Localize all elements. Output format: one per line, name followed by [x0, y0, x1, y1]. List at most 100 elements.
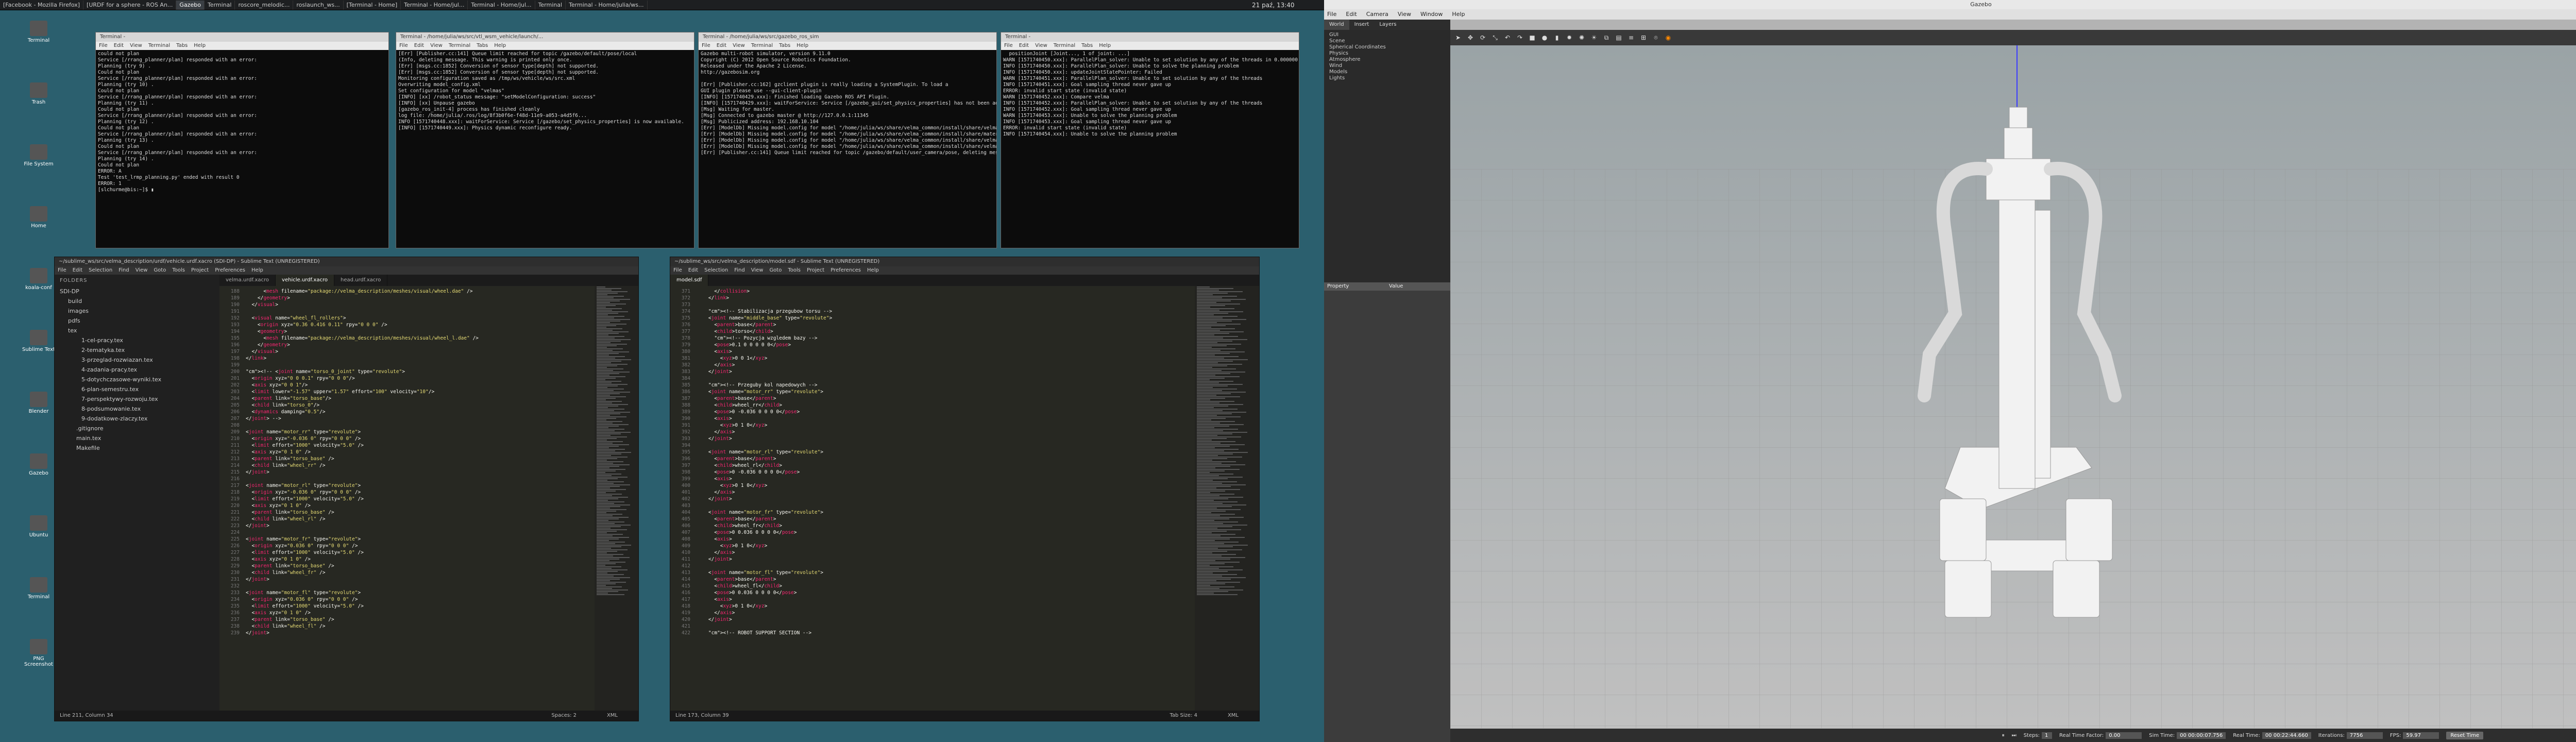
code-line[interactable]: 382 </axis> [673, 362, 1192, 368]
code-line[interactable]: 395 <joint name="motor_rl" type="revolut… [673, 449, 1192, 456]
menu-item[interactable]: Edit [717, 43, 726, 48]
code-line[interactable]: 215 </joint> [222, 469, 592, 476]
code-line[interactable]: 418 <xyz>0 1 0</xyz> [673, 603, 1192, 610]
sidebar-file[interactable]: 5-dotychczasowe-wyniki.tex [55, 375, 219, 384]
sidebar-file[interactable]: 1-cel-pracy.tex [55, 335, 219, 345]
menu-item[interactable]: Help [494, 43, 506, 48]
point-light-icon[interactable]: ✹ [1565, 33, 1574, 42]
3d-viewport[interactable] [1450, 45, 2576, 729]
menu-item[interactable]: View [733, 43, 745, 48]
menu-item[interactable]: Edit [114, 43, 124, 48]
paste-icon[interactable]: ▤ [1614, 33, 1623, 42]
code-line[interactable]: 408 <axis> [673, 536, 1192, 543]
code-line[interactable]: 416 <pose>0 0.036 0 0 0 0</pose> [673, 589, 1192, 596]
code-area[interactable]: 188 <mesh filename="package://velma_desc… [222, 288, 592, 709]
code-line[interactable]: 415 <child>wheel_fl</child> [673, 583, 1192, 589]
menu-item[interactable]: Help [1099, 43, 1111, 48]
menu-item[interactable]: Edit [1346, 11, 1357, 18]
code-line[interactable]: 191 [222, 308, 592, 315]
menu-item[interactable]: View [135, 267, 148, 273]
menu-item[interactable]: Help [194, 43, 206, 48]
menu-item[interactable]: Help [796, 43, 808, 48]
code-line[interactable]: 419 </axis> [673, 610, 1192, 616]
sidebar-file[interactable]: 7-perspektywy-rozwoju.tex [55, 394, 219, 404]
menu-item[interactable]: Edit [688, 267, 698, 273]
code-line[interactable]: 413 <joint name="motor_fl" type="revolut… [673, 569, 1192, 576]
sublime-window-right[interactable]: ~/sublime_ws/src/velma_description/model… [670, 257, 1260, 721]
scale-icon[interactable]: ⤡ [1490, 33, 1500, 42]
terminal-window-3[interactable]: Terminal - /home/julia/ws/src/gazebo_ros… [698, 32, 997, 248]
code-line[interactable]: 235 <limit effort="1000" velocity="5.0" … [222, 603, 592, 610]
code-line[interactable]: 207 </joint> --> [222, 415, 592, 422]
menu-item[interactable]: File [1004, 43, 1013, 48]
desktop-icon[interactable]: Trash [18, 82, 59, 105]
code-line[interactable]: 398 <pose>0 -0.036 0 0 0 0</pose> [673, 469, 1192, 476]
code-line[interactable]: 381 <xyz>0 0 1</xyz> [673, 355, 1192, 362]
snap-icon[interactable]: ⊞ [1639, 33, 1648, 42]
code-line[interactable]: 205 <child link="torso_0"/> [222, 402, 592, 409]
menu-item[interactable]: Help [251, 267, 263, 273]
code-line[interactable]: 231 </joint> [222, 576, 592, 583]
code-line[interactable]: 192 <visual name="wheel_fl_rollers"> [222, 315, 592, 322]
tree-item[interactable]: Atmosphere [1329, 57, 1445, 63]
code-line[interactable]: 223 </joint> [222, 522, 592, 529]
code-line[interactable]: 213 <parent link="torso_base" /> [222, 456, 592, 462]
code-line[interactable]: 407 <pose>0 0.036 0 0 0 0</pose> [673, 529, 1192, 536]
code-line[interactable]: 225 <joint name="motor_fr" type="revolute… [222, 536, 592, 543]
code-line[interactable]: 402 </joint> [673, 496, 1192, 502]
sidebar-file[interactable]: images [55, 306, 219, 316]
clock[interactable]: 21 paź, 13:40 [1252, 0, 1295, 10]
code-line[interactable]: 230 <child link="wheel_fr" /> [222, 569, 592, 576]
sidebar-file[interactable]: main.tex [55, 433, 219, 443]
menu-item[interactable]: View [1398, 11, 1411, 18]
menu-item[interactable]: File [99, 43, 108, 48]
code-line[interactable]: 236 <axis xyz="0 1 0" /> [222, 610, 592, 616]
code-line[interactable]: 390 <axis> [673, 415, 1192, 422]
code-line[interactable]: 196 </geometry> [222, 342, 592, 348]
redo-icon[interactable]: ↷ [1515, 33, 1524, 42]
desktop-icon[interactable]: Blender [18, 392, 59, 414]
menu-item[interactable]: Preferences [831, 267, 861, 273]
sidebar-file[interactable]: SDI-DP [55, 286, 219, 296]
code-line[interactable]: 189 </geometry> [222, 295, 592, 301]
code-line[interactable]: 208 [222, 422, 592, 429]
taskbar-item[interactable]: Terminal - Home/julia/ws... [566, 0, 648, 10]
code-line[interactable]: 403 [673, 502, 1192, 509]
taskbar-item[interactable]: Terminal - Home/jul... [401, 0, 468, 10]
code-line[interactable]: 217 <joint name="motor_rl" type="revolute… [222, 482, 592, 489]
translate-icon[interactable]: ✥ [1466, 33, 1475, 42]
code-line[interactable]: 376 <parent>base</parent> [673, 322, 1192, 328]
code-line[interactable]: 385 "cm"><!-- Przeguby kol napedowych --… [673, 382, 1192, 389]
menu-item[interactable]: Project [191, 267, 209, 273]
cylinder-icon[interactable]: ▮ [1552, 33, 1562, 42]
menu-item[interactable]: Edit [1019, 43, 1029, 48]
menu-item[interactable]: Terminal [449, 43, 470, 48]
code-line[interactable]: 194 <geometry> [222, 328, 592, 335]
tree-item[interactable]: Scene [1329, 38, 1445, 44]
panel-tab[interactable]: World [1324, 20, 1349, 30]
code-line[interactable]: 371 </collision> [673, 288, 1192, 295]
code-line[interactable]: 195 <mesh filename="package://velma_desc… [222, 335, 592, 342]
code-line[interactable]: 384 [673, 375, 1192, 382]
code-line[interactable]: 400 <xyz>0 1 0</xyz> [673, 482, 1192, 489]
menu-item[interactable]: Tools [172, 267, 185, 273]
code-line[interactable]: 410 </axis> [673, 549, 1192, 556]
world-tree[interactable]: GUI Scene Spherical Coordinates Physics Atmo… [1324, 30, 1450, 282]
desktop-icon[interactable]: Terminal [18, 577, 59, 600]
menu-item[interactable]: Help [1452, 11, 1465, 18]
indent-setting[interactable]: Tab Size: 4 [1170, 711, 1197, 721]
editor-tab[interactable]: velma.urdf.xacro [219, 275, 276, 286]
align-icon[interactable]: ≡ [1626, 33, 1636, 42]
terminal-window-1[interactable]: Terminal - File Edit View Terminal Tabs Help … [95, 32, 389, 248]
panel-tab[interactable]: Insert [1349, 20, 1375, 30]
menu-item[interactable]: Find [118, 267, 129, 273]
code-line[interactable]: 409 <xyz>0 1 0</xyz> [673, 543, 1192, 549]
code-line[interactable]: 389 <pose>0 -0.036 0 0 0 0</pose> [673, 409, 1192, 415]
rotate-icon[interactable]: ⟳ [1478, 33, 1487, 42]
code-line[interactable]: 237 <parent link="torso_base" /> [222, 616, 592, 623]
menu-item[interactable]: Tabs [477, 43, 488, 48]
code-line[interactable]: 412 [673, 563, 1192, 569]
sidebar-file[interactable]: Makefile [55, 443, 219, 453]
sphere-icon[interactable]: ● [1540, 33, 1549, 42]
code-line[interactable]: 200 "cm"><!-- <joint name="torso_0_joint"… [222, 368, 592, 375]
